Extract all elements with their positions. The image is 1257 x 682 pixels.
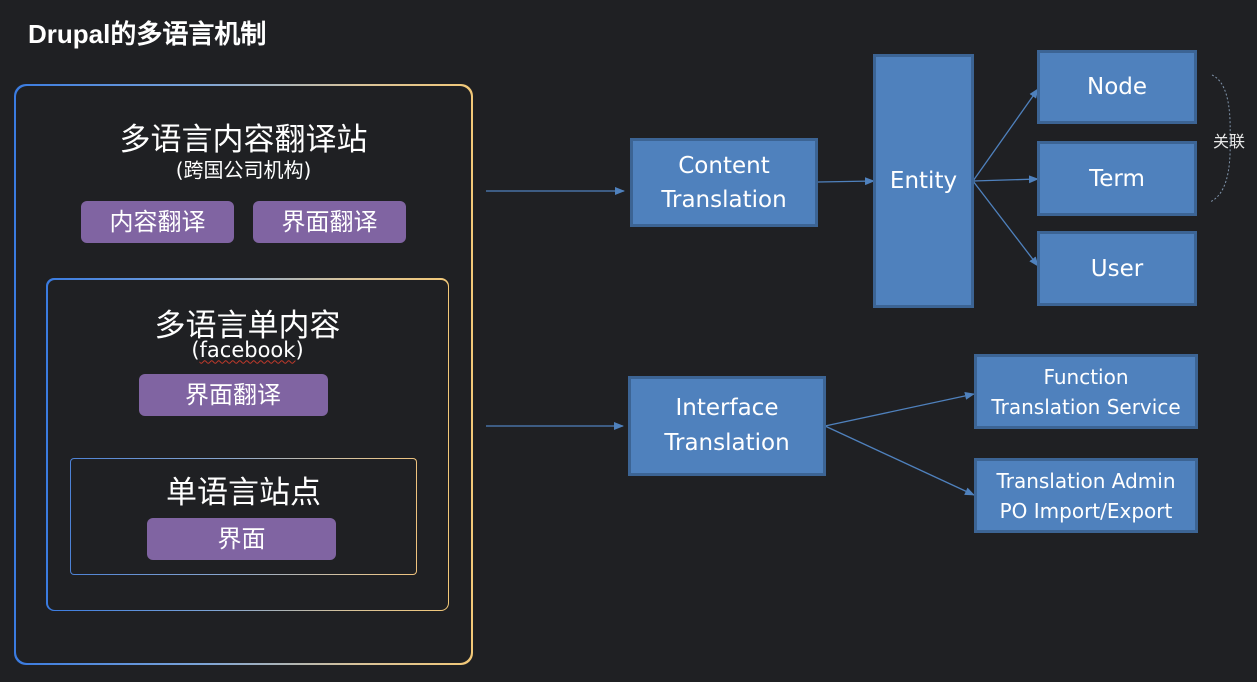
function-translation-service-box: Function Translation Service	[974, 354, 1198, 429]
tag-interface: 界面	[147, 518, 336, 560]
outer-panel-subtitle: (跨国公司机构)	[175, 158, 312, 182]
content-translation-line2: Translation	[661, 186, 787, 213]
entity-box: Entity	[873, 54, 974, 308]
admin-line2: PO Import/Export	[999, 498, 1173, 523]
function-line2: Translation Service	[991, 394, 1181, 419]
user-box: User	[1037, 231, 1197, 306]
content-translation-line1: Content	[678, 152, 770, 179]
term-label: Term	[1089, 165, 1145, 192]
admin-line1: Translation Admin	[996, 468, 1176, 493]
function-line1: Function	[1043, 364, 1129, 389]
interface-translation-line1: Interface	[675, 395, 779, 421]
arrow-content-to-entity	[817, 177, 875, 186]
entity-label: Entity	[889, 168, 958, 194]
tag-interface-translation: 界面翻译	[253, 201, 406, 243]
middle-panel-subtitle: (facebook)	[48, 338, 448, 362]
page-title: Drupal的多语言机制	[28, 19, 267, 49]
outer-panel-title: 多语言内容翻译站	[119, 122, 368, 158]
arrow-entity-to-term	[972, 175, 1039, 184]
interface-translation-line2: Translation	[664, 430, 790, 456]
paren-open: (	[191, 337, 200, 362]
paren-close: )	[295, 337, 304, 362]
term-box: Term	[1037, 141, 1197, 216]
inner-panel-title: 单语言站点	[166, 475, 321, 511]
node-box: Node	[1037, 50, 1197, 124]
tag-content-translation: 内容翻译	[81, 201, 234, 243]
content-translation-box: Content Translation	[630, 138, 818, 227]
node-label: Node	[1086, 74, 1148, 100]
arrow-entity-to-node	[972, 88, 1039, 182]
arrow-entity-to-user	[972, 180, 1039, 267]
user-label: User	[1090, 255, 1144, 282]
arrow-interface-to-function	[824, 391, 975, 427]
interface-translation-box: Interface Translation	[628, 376, 826, 476]
middle-panel-subtitle-word: facebook	[199, 337, 296, 362]
monolingual-site-panel: 单语言站点 界面	[70, 458, 417, 575]
arrow-interface-to-admin	[824, 425, 975, 496]
association-label: 关联	[1213, 132, 1246, 151]
translation-admin-box: Translation Admin PO Import/Export	[974, 458, 1198, 533]
tag-interface-translation-single: 界面翻译	[138, 373, 328, 416]
